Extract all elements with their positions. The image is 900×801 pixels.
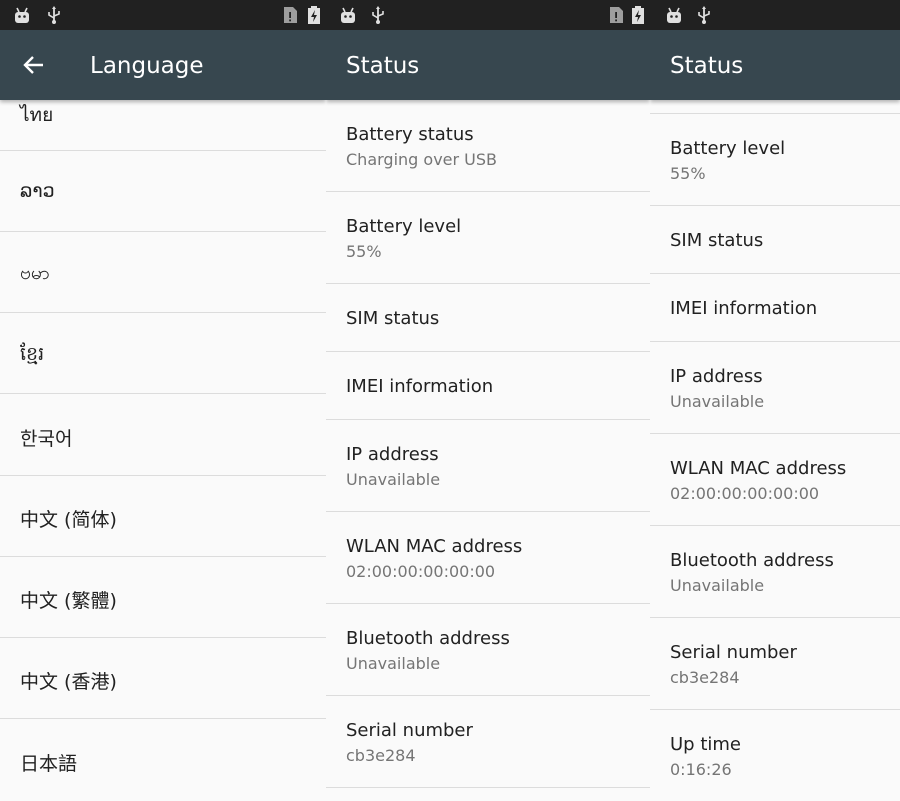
language-item[interactable]: ខ្មែរ — [0, 313, 326, 394]
status-item-battery-level[interactable]: Battery level 55% — [326, 192, 650, 284]
item-title: Battery status — [346, 124, 474, 145]
language-label: ဗမာ — [20, 262, 50, 284]
language-item[interactable]: 中文 (简体) — [0, 476, 326, 557]
app-toolbar: Status — [326, 30, 650, 100]
language-label: 中文 (繁體) — [20, 590, 117, 612]
language-label: 中文 (简体) — [20, 509, 117, 531]
item-summary: 0:16:26 — [670, 760, 732, 779]
language-item[interactable]: 한국어 — [0, 395, 326, 476]
status-item-imei[interactable]: IMEI information — [326, 352, 650, 420]
language-label: ខ្មែរ — [20, 343, 45, 365]
item-summary: cb3e284 — [346, 746, 416, 765]
language-item[interactable]: ဗမာ — [0, 232, 326, 313]
item-title: Battery level — [670, 138, 786, 159]
android-debug-icon — [341, 7, 355, 23]
language-item[interactable]: 中文 (繁體) — [0, 557, 326, 638]
item-title: IMEI information — [670, 298, 818, 319]
android-debug-icon — [15, 7, 29, 23]
item-title: IMEI information — [346, 376, 494, 397]
sim-card-alert-icon — [610, 7, 623, 23]
back-arrow-icon[interactable] — [20, 51, 48, 79]
status-bar — [0, 0, 326, 30]
language-list: ไทย ລາວ ဗမာ ខ្មែរ 한국어 中文 (简体) 中文 (繁體) 中文… — [0, 100, 326, 801]
language-screen: Language ไทย ລາວ ဗမာ ខ្មែរ 한국어 中文 (简体) 中… — [0, 0, 326, 801]
status-screen: Status Battery status Charging over USB … — [326, 0, 650, 801]
item-summary: 55% — [670, 164, 706, 183]
status-item-ip-address[interactable]: IP address Unavailable — [326, 420, 650, 512]
page-title: Language — [90, 53, 204, 79]
battery-charging-icon — [632, 6, 644, 24]
status-item-wlan-mac[interactable]: WLAN MAC address 02:00:00:00:00:00 — [326, 512, 650, 604]
item-summary: Unavailable — [346, 654, 441, 673]
item-summary: cb3e284 — [670, 668, 740, 687]
item-title: IP address — [346, 444, 439, 465]
item-summary: Unavailable — [670, 392, 765, 411]
item-title: SIM status — [670, 230, 764, 251]
item-summary: 02:00:00:00:00:00 — [346, 562, 496, 581]
android-debug-icon — [667, 7, 681, 23]
usb-icon — [48, 6, 60, 24]
item-title: WLAN MAC address — [346, 536, 523, 557]
battery-charging-icon — [308, 6, 320, 24]
usb-icon — [698, 6, 710, 24]
language-item[interactable]: 日本語 — [0, 720, 326, 800]
item-title: IP address — [670, 366, 763, 387]
language-label: 한국어 — [20, 428, 73, 450]
language-label: 中文 (香港) — [20, 671, 117, 693]
status-bar — [326, 0, 650, 30]
language-label: ไทย — [20, 104, 54, 126]
status-item-serial-number[interactable]: Serial number cb3e284 — [650, 618, 900, 710]
app-toolbar: Language — [0, 30, 326, 100]
status-item-partial[interactable] — [650, 100, 900, 114]
status-item-battery-level[interactable]: Battery level 55% — [650, 114, 900, 206]
language-item[interactable]: ລາວ — [0, 151, 326, 232]
sim-card-alert-icon — [284, 7, 297, 23]
language-label: 日本語 — [20, 753, 78, 775]
status-list: Battery level 55% SIM status IMEI inform… — [650, 100, 900, 801]
status-list: Battery status Charging over USB Battery… — [326, 100, 650, 801]
status-item-bluetooth-address[interactable]: Bluetooth address Unavailable — [326, 604, 650, 696]
item-summary: Charging over USB — [346, 150, 498, 169]
item-title: Serial number — [346, 720, 473, 741]
status-item-sim-status[interactable]: SIM status — [650, 206, 900, 274]
item-title: Bluetooth address — [346, 628, 510, 649]
language-item[interactable]: ไทย — [0, 100, 326, 151]
status-item-bluetooth-address[interactable]: Bluetooth address Unavailable — [650, 526, 900, 618]
status-item-wlan-mac[interactable]: WLAN MAC address 02:00:00:00:00:00 — [650, 434, 900, 526]
item-title: Battery level — [346, 216, 462, 237]
item-title: WLAN MAC address — [670, 458, 847, 479]
status-item-ip-address[interactable]: IP address Unavailable — [650, 342, 900, 434]
item-title: Up time — [670, 734, 741, 755]
page-title: Status — [670, 53, 744, 79]
item-title: Bluetooth address — [670, 550, 834, 571]
status-item-imei[interactable]: IMEI information — [650, 274, 900, 342]
usb-icon — [372, 6, 384, 24]
item-title: Serial number — [670, 642, 797, 663]
item-summary: 55% — [346, 242, 382, 261]
page-title: Status — [346, 53, 420, 79]
item-summary: Unavailable — [670, 576, 765, 595]
language-label: ລາວ — [20, 180, 55, 202]
app-toolbar: Status — [650, 30, 900, 100]
status-screen-scrolled: Status Battery level 55% SIM status IMEI… — [650, 0, 900, 801]
status-bar — [650, 0, 900, 30]
status-item-battery-status[interactable]: Battery status Charging over USB — [326, 100, 650, 192]
status-item-serial-number[interactable]: Serial number cb3e284 — [326, 696, 650, 788]
item-summary: 02:00:00:00:00:00 — [670, 484, 820, 503]
item-summary: Unavailable — [346, 470, 441, 489]
status-item-up-time[interactable]: Up time 0:16:26 — [650, 710, 900, 801]
status-item-sim-status[interactable]: SIM status — [326, 284, 650, 352]
language-item[interactable]: 中文 (香港) — [0, 638, 326, 719]
item-title: SIM status — [346, 308, 440, 329]
